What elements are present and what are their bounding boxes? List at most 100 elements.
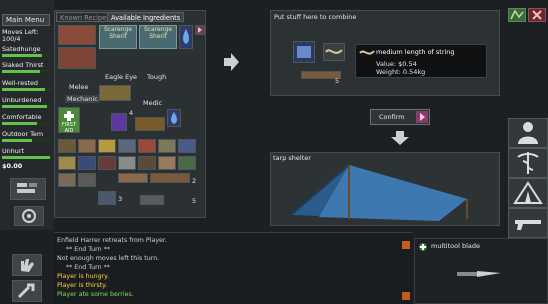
message-log: Enfield Harrer retreats from Player. ** … bbox=[54, 232, 412, 304]
ingredient-slot[interactable] bbox=[99, 85, 131, 101]
status-column: Main Menu Moves Left: 100/4 Satedhunge S… bbox=[0, 0, 54, 230]
melee-label: Melee bbox=[69, 83, 89, 91]
ingredient-slot[interactable] bbox=[118, 139, 136, 153]
ingredient-slot[interactable] bbox=[158, 139, 176, 153]
chevron-right-icon bbox=[420, 113, 425, 121]
weapon-button[interactable] bbox=[508, 208, 548, 238]
medical-button[interactable] bbox=[508, 148, 548, 178]
rest-bar bbox=[2, 88, 52, 91]
ingredient-slot[interactable] bbox=[58, 156, 76, 170]
ingredient-slot[interactable] bbox=[58, 139, 76, 153]
person-icon bbox=[518, 122, 538, 144]
ingredient-slot[interactable] bbox=[58, 47, 96, 69]
ingredient-slot[interactable] bbox=[167, 109, 181, 127]
ingredient-slot[interactable] bbox=[118, 156, 136, 170]
ingredient-slot[interactable] bbox=[138, 156, 156, 170]
tab-known-recipes[interactable]: Known Recipes bbox=[56, 12, 114, 22]
ingredient-slot[interactable] bbox=[178, 139, 196, 153]
close-button[interactable] bbox=[528, 8, 546, 22]
ingredient-slot[interactable] bbox=[178, 156, 196, 170]
add-icon bbox=[419, 243, 427, 251]
tools-button[interactable] bbox=[12, 280, 42, 302]
log-line: Player ate some berries. bbox=[57, 291, 134, 298]
ingredient-slot[interactable] bbox=[135, 117, 165, 131]
string-icon bbox=[359, 50, 375, 55]
hand-icon bbox=[21, 259, 34, 272]
crafting-panel: Known Recipes Available Ingredients Scar… bbox=[54, 10, 206, 218]
close-icon bbox=[532, 10, 542, 20]
ingredient-slot[interactable] bbox=[150, 173, 190, 183]
tooltip-weight: Weight: 0.54kg bbox=[376, 68, 426, 76]
burden-bar bbox=[2, 105, 52, 108]
log-line: Enfield Harrer retreats from Player. bbox=[57, 237, 167, 244]
ingredient-slot[interactable] bbox=[78, 156, 96, 170]
medic-label: Medic bbox=[143, 99, 163, 107]
item-count: 5 bbox=[335, 77, 340, 85]
first-aid-label: FIRST AID bbox=[61, 122, 77, 134]
combine-slot[interactable] bbox=[323, 43, 345, 61]
recipe-card-label: Scarenge Sherif bbox=[103, 26, 133, 40]
money-value: $0.00 bbox=[2, 162, 23, 170]
eagle-eye-label: Eagle Eye bbox=[105, 73, 138, 81]
log-scroll-down[interactable] bbox=[402, 292, 410, 300]
cloth-icon bbox=[297, 46, 311, 58]
temperature-bar bbox=[2, 139, 52, 142]
ingredient-slot[interactable] bbox=[111, 113, 127, 131]
combine-slot[interactable] bbox=[293, 41, 315, 63]
ingredient-slot[interactable] bbox=[98, 139, 116, 153]
backpack-button[interactable] bbox=[10, 178, 46, 200]
ingredient-slot[interactable] bbox=[179, 25, 193, 49]
ingredient-slot[interactable] bbox=[158, 156, 176, 170]
ingredient-slot[interactable] bbox=[140, 195, 164, 205]
shelter-button[interactable] bbox=[508, 178, 548, 208]
hunger-status: Satedhunge bbox=[2, 45, 41, 53]
ingredient-slot[interactable] bbox=[98, 156, 116, 170]
item-count: 4 bbox=[129, 109, 134, 117]
plus-icon bbox=[64, 111, 74, 121]
ingredient-slot[interactable] bbox=[98, 191, 116, 205]
character-button[interactable] bbox=[508, 118, 548, 148]
item-count: 3 bbox=[118, 195, 123, 203]
arrow-down-icon bbox=[391, 131, 409, 145]
recipe-card[interactable]: Scarenge Sherif bbox=[139, 25, 177, 49]
log-line: Not enough moves left this turn. bbox=[57, 255, 160, 262]
settings-button[interactable] bbox=[14, 206, 44, 226]
comfort-status: Comfortable bbox=[2, 113, 42, 121]
confirm-arrow bbox=[416, 111, 428, 123]
ingredient-slot[interactable] bbox=[118, 173, 148, 183]
map-icon bbox=[510, 9, 524, 20]
ingredient-slot[interactable] bbox=[78, 173, 96, 187]
map-button[interactable] bbox=[508, 8, 526, 22]
tab-available-ingredients[interactable]: Available Ingredients bbox=[107, 12, 185, 22]
arrow-right-icon bbox=[224, 53, 239, 71]
first-aid-slot[interactable]: FIRST AID bbox=[58, 107, 80, 134]
gear-icon bbox=[22, 209, 36, 223]
scroll-arrow-button[interactable] bbox=[195, 25, 205, 35]
action-button[interactable] bbox=[12, 254, 42, 276]
ingredient-slot[interactable] bbox=[138, 139, 156, 153]
item-count: 5 bbox=[192, 197, 197, 205]
log-line: ** End Turn ** bbox=[66, 246, 110, 253]
rest-status: Well-rested bbox=[2, 79, 38, 87]
ingredient-slot[interactable] bbox=[58, 25, 96, 45]
water-drop-icon bbox=[171, 112, 177, 124]
equipped-tool-panel: multitool blade bbox=[414, 238, 548, 304]
log-line: ** End Turn ** bbox=[66, 264, 110, 271]
wrench-icon bbox=[17, 283, 35, 299]
tarp-shelter-icon bbox=[290, 164, 468, 221]
tool-name: multitool blade bbox=[431, 242, 481, 250]
burden-status: Unburdened bbox=[2, 96, 42, 104]
main-menu-button[interactable]: Main Menu bbox=[2, 14, 50, 26]
tooltip-title: medium length of string bbox=[376, 48, 455, 56]
confirm-button[interactable]: Confirm bbox=[370, 109, 430, 125]
log-scroll-up[interactable] bbox=[402, 241, 410, 249]
log-line: Player is thirsty. bbox=[57, 282, 108, 289]
comfort-bar bbox=[2, 122, 52, 125]
gun-icon bbox=[515, 220, 541, 230]
ingredient-slot[interactable] bbox=[78, 139, 96, 153]
ingredient-slot[interactable] bbox=[58, 173, 76, 187]
confirm-label: Confirm bbox=[379, 113, 405, 121]
blade-icon bbox=[457, 271, 501, 277]
recipe-card[interactable]: Scarenge Sherif bbox=[99, 25, 137, 49]
item-tooltip: medium length of string Value: $0.54 Wei… bbox=[355, 44, 487, 78]
